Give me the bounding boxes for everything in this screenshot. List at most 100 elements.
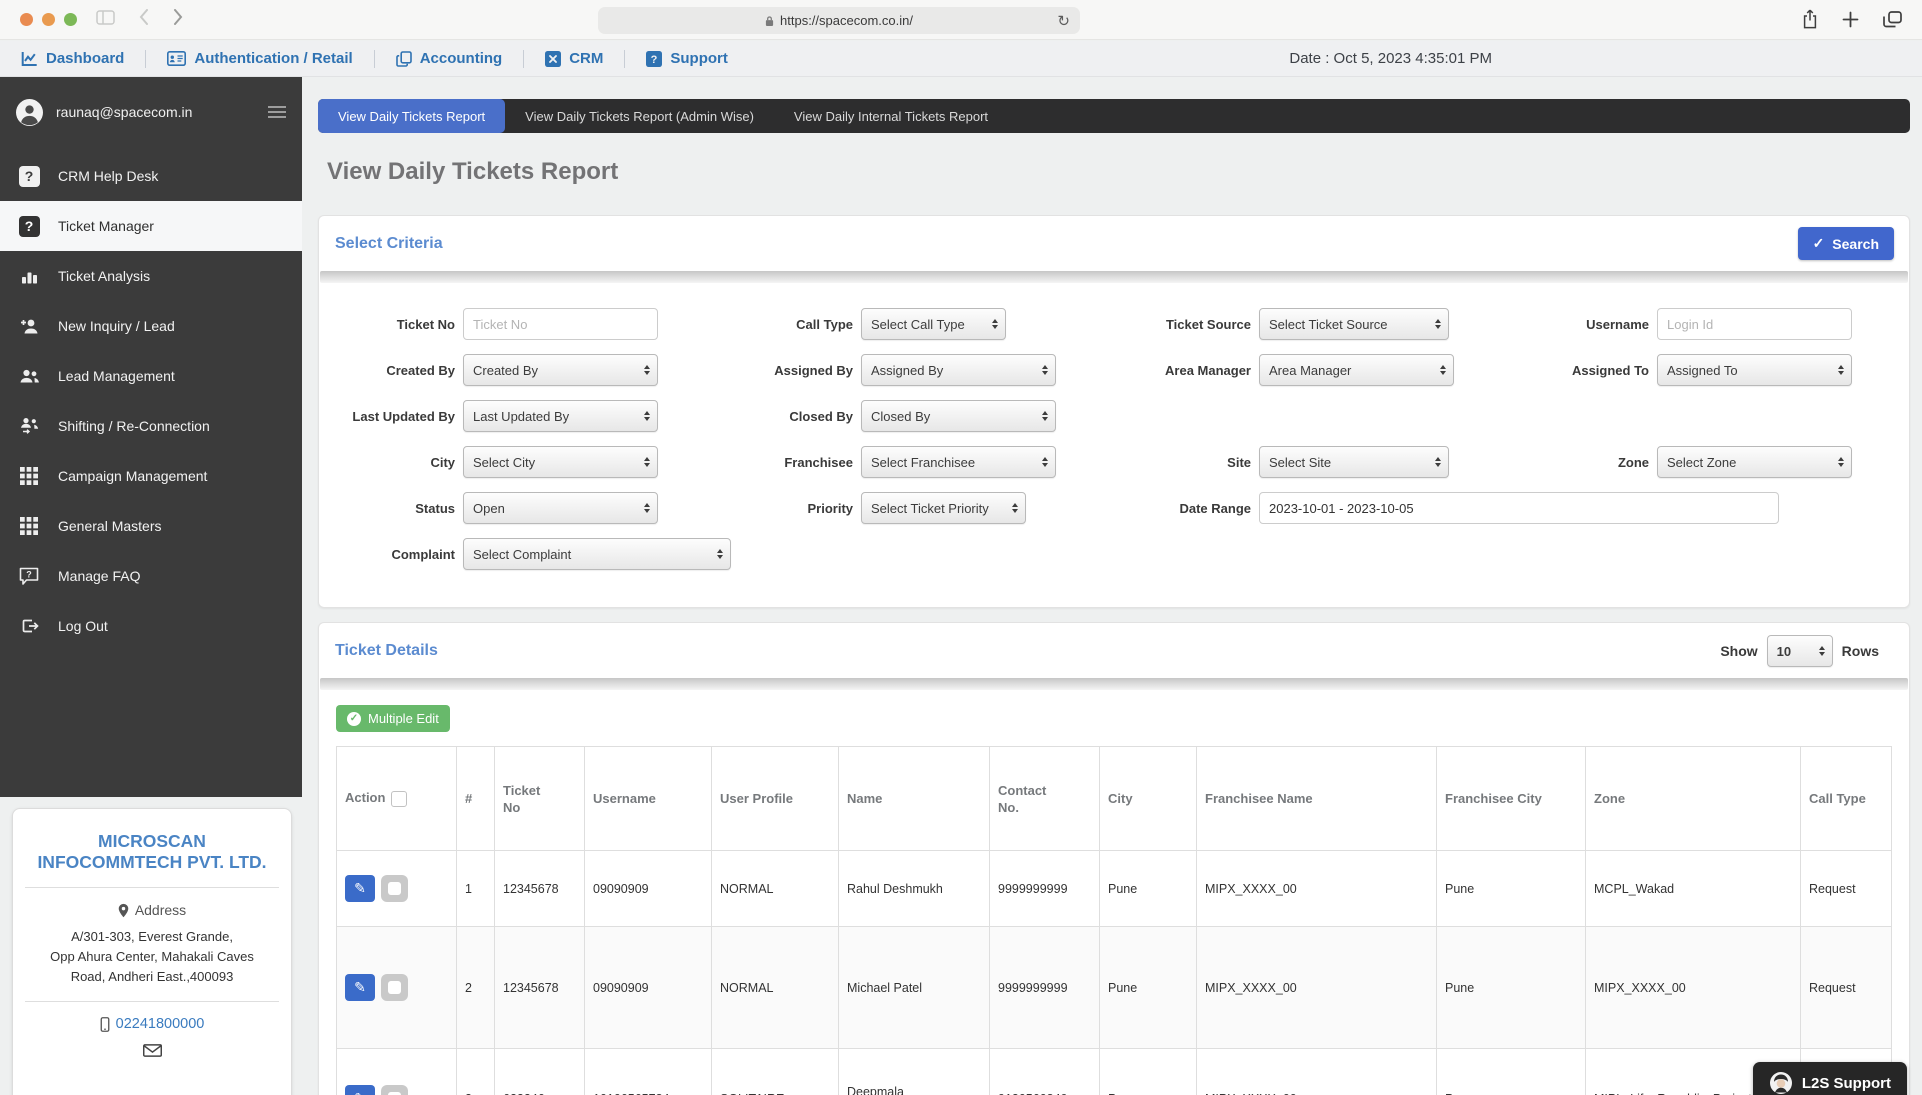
cell-index: 3 bbox=[457, 1049, 495, 1095]
question-square-icon bbox=[17, 216, 41, 237]
cell-ticket-no: 12345678 bbox=[495, 927, 585, 1049]
select-arrows-icon bbox=[1838, 365, 1844, 375]
l2s-support-badge[interactable]: L2S Support bbox=[1753, 1062, 1907, 1095]
window-zoom-button[interactable] bbox=[64, 13, 77, 26]
priority-select[interactable]: Select Ticket Priority bbox=[861, 492, 1026, 524]
ticket-source-select[interactable]: Select Ticket Source bbox=[1259, 308, 1449, 340]
select-all-checkbox[interactable] bbox=[391, 791, 407, 807]
crm-square-icon bbox=[545, 51, 561, 67]
select-arrows-icon bbox=[1012, 503, 1018, 513]
sidebar-item-ticket-analysis[interactable]: Ticket Analysis bbox=[0, 251, 302, 301]
nav-item-accounting[interactable]: Accounting bbox=[396, 50, 503, 67]
sidebar-item-shifting-reconnection[interactable]: Shifting / Re-Connection bbox=[0, 401, 302, 451]
area-manager-select[interactable]: Area Manager bbox=[1259, 354, 1454, 386]
question-square-icon: ? bbox=[646, 51, 662, 67]
share-icon[interactable] bbox=[1802, 9, 1818, 29]
nav-item-crm[interactable]: CRM bbox=[545, 50, 603, 67]
date-range-label: Date Range bbox=[1129, 501, 1259, 516]
username-label: Username bbox=[1527, 317, 1657, 332]
nav-item-dashboard[interactable]: Dashboard bbox=[21, 50, 124, 67]
map-pin-icon bbox=[118, 903, 129, 918]
closed-by-label: Closed By bbox=[731, 409, 861, 424]
assigned-by-select[interactable]: Assigned By bbox=[861, 354, 1056, 386]
new-tab-icon[interactable] bbox=[1842, 11, 1859, 28]
complaint-label: Complaint bbox=[333, 547, 463, 562]
franchisee-select[interactable]: Select Franchisee bbox=[861, 446, 1056, 478]
tab-overview-icon[interactable] bbox=[1883, 11, 1902, 28]
select-arrows-icon bbox=[1042, 457, 1048, 467]
ticket-no-input[interactable] bbox=[463, 308, 658, 340]
envelope-icon[interactable] bbox=[143, 1044, 162, 1057]
edit-row-button[interactable] bbox=[345, 974, 375, 1001]
svg-text:?: ? bbox=[26, 570, 32, 580]
city-select[interactable]: Select City bbox=[463, 446, 658, 478]
sidebar-user-row: raunaq@spacecom.in bbox=[0, 77, 302, 147]
date-range-input[interactable] bbox=[1259, 492, 1779, 524]
area-manager-label: Area Manager bbox=[1129, 363, 1259, 378]
ticket-details-heading: Ticket Details bbox=[335, 642, 438, 660]
site-label: Site bbox=[1129, 455, 1259, 470]
check-badge-icon bbox=[347, 712, 361, 726]
rows-per-page-select[interactable]: 10 bbox=[1767, 635, 1833, 667]
created-by-select[interactable]: Created By bbox=[463, 354, 658, 386]
closed-by-select[interactable]: Closed By bbox=[861, 400, 1056, 432]
ticket-details-panel: Ticket Details Show 10 Rows Multiple Edi… bbox=[318, 622, 1910, 1095]
comment-question-icon: ? bbox=[17, 567, 41, 585]
cell-name: Michael Patel bbox=[839, 927, 990, 1049]
nav-item-support[interactable]: ? Support bbox=[646, 50, 728, 67]
reload-icon[interactable] bbox=[1057, 12, 1070, 30]
zone-select[interactable]: Select Zone bbox=[1657, 446, 1852, 478]
status-label: Status bbox=[333, 501, 463, 516]
edit-row-button[interactable] bbox=[345, 875, 375, 902]
sidebar-item-crm-help-desk[interactable]: CRM Help Desk bbox=[0, 151, 302, 201]
sidebar-item-new-inquiry-lead[interactable]: New Inquiry / Lead bbox=[0, 301, 302, 351]
select-arrows-icon bbox=[1435, 319, 1441, 329]
tab-view-daily-tickets-report-admin-wise[interactable]: View Daily Tickets Report (Admin Wise) bbox=[505, 99, 774, 133]
nav-item-authentication-retail[interactable]: Authentication / Retail bbox=[167, 50, 352, 67]
select-arrows-icon bbox=[1042, 365, 1048, 375]
created-by-label: Created By bbox=[333, 363, 463, 378]
sidebar-item-general-masters[interactable]: General Masters bbox=[0, 501, 302, 551]
complaint-select[interactable]: Select Complaint bbox=[463, 538, 731, 570]
row-checkbox[interactable] bbox=[381, 875, 408, 902]
search-button[interactable]: Search bbox=[1798, 227, 1894, 260]
user-avatar-icon bbox=[16, 99, 43, 126]
forward-button-icon[interactable] bbox=[173, 9, 183, 25]
select-arrows-icon bbox=[992, 319, 998, 329]
cell-username: 09090909 bbox=[585, 927, 712, 1049]
tab-view-daily-tickets-report[interactable]: View Daily Tickets Report bbox=[318, 99, 505, 133]
sidebar-item-manage-faq[interactable]: ? Manage FAQ bbox=[0, 551, 302, 601]
column-header-call-type: Call Type bbox=[1801, 747, 1892, 851]
row-checkbox[interactable] bbox=[381, 1085, 408, 1095]
table-header-row: Action # Ticket No Username User Profile… bbox=[337, 747, 1892, 851]
sidebar-item-lead-management[interactable]: Lead Management bbox=[0, 351, 302, 401]
sidebar-item-ticket-manager[interactable]: Ticket Manager bbox=[0, 201, 302, 251]
row-checkbox[interactable] bbox=[381, 974, 408, 1001]
last-updated-by-select[interactable]: Last Updated By bbox=[463, 400, 658, 432]
sidebar-menu-toggle-icon[interactable] bbox=[268, 102, 286, 122]
address-bar[interactable]: https://spacecom.co.in/ bbox=[598, 7, 1080, 34]
cell-city: Pune bbox=[1100, 851, 1197, 927]
window-minimize-button[interactable] bbox=[42, 13, 55, 26]
call-type-select[interactable]: Select Call Type bbox=[861, 308, 1006, 340]
sidebar-item-log-out[interactable]: Log Out bbox=[0, 601, 302, 651]
back-button-icon[interactable] bbox=[139, 9, 149, 25]
show-label: Show bbox=[1720, 643, 1757, 659]
sidebar-item-campaign-management[interactable]: Campaign Management bbox=[0, 451, 302, 501]
column-header-name: Name bbox=[839, 747, 990, 851]
multiple-edit-button[interactable]: Multiple Edit bbox=[336, 705, 450, 732]
column-header-index: # bbox=[457, 747, 495, 851]
sidebar-toggle-icon[interactable] bbox=[96, 10, 115, 25]
tab-view-daily-internal-tickets-report[interactable]: View Daily Internal Tickets Report bbox=[774, 99, 1008, 133]
status-select[interactable]: Open bbox=[463, 492, 658, 524]
divider bbox=[25, 1001, 279, 1002]
assigned-to-select[interactable]: Assigned To bbox=[1657, 354, 1852, 386]
username-input[interactable] bbox=[1657, 308, 1852, 340]
site-select[interactable]: Select Site bbox=[1259, 446, 1449, 478]
column-header-action: Action bbox=[337, 747, 457, 851]
call-type-label: Call Type bbox=[731, 317, 861, 332]
edit-row-button[interactable] bbox=[345, 1085, 375, 1095]
user-email: raunaq@spacecom.in bbox=[56, 104, 255, 120]
window-close-button[interactable] bbox=[20, 13, 33, 26]
company-phone-link[interactable]: 02241800000 bbox=[29, 1016, 275, 1032]
